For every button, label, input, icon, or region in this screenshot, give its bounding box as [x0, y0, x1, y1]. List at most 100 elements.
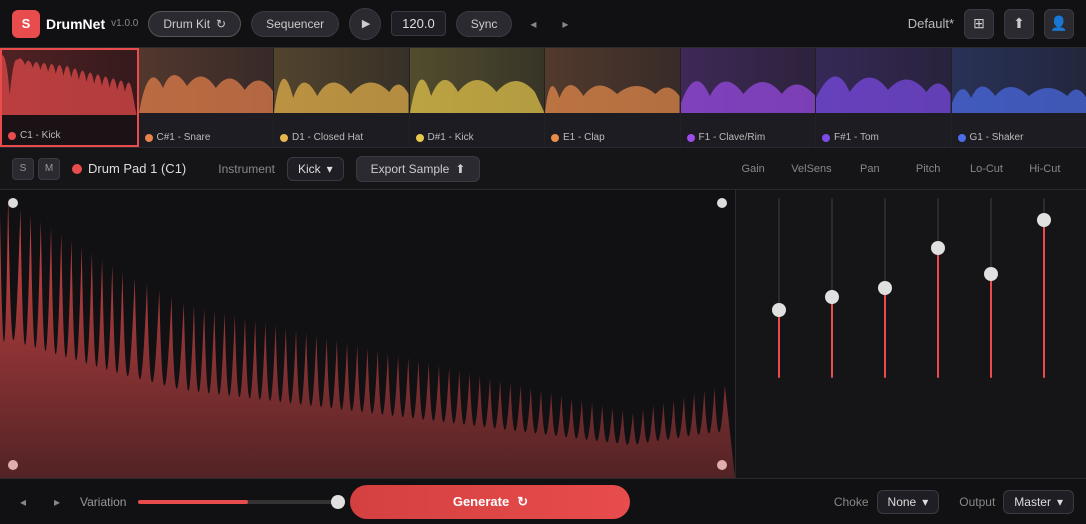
- locut-slider-track[interactable]: [990, 198, 992, 378]
- locut-slider-fill: [990, 274, 992, 378]
- current-pad-dot: [72, 164, 82, 174]
- pad-d1-text: D1 - Closed Hat: [292, 132, 363, 143]
- output-dropdown[interactable]: Master ▾: [1003, 490, 1074, 514]
- play-button[interactable]: ▶: [349, 8, 381, 40]
- pad-f1-label: F1 - Clave/Rim: [687, 132, 766, 143]
- pad-cs1-text: C#1 - Snare: [157, 132, 211, 143]
- save-icon-button[interactable]: ⊞: [964, 9, 994, 39]
- pad-f1-waveform: [681, 48, 816, 113]
- variation-thumb[interactable]: [331, 495, 345, 509]
- logo-letter: S: [22, 16, 31, 31]
- velsens-slider-col: [809, 198, 855, 440]
- pan-slider-col: [862, 198, 908, 440]
- solo-button[interactable]: S: [12, 158, 34, 180]
- prev-arrow-button[interactable]: ◂: [522, 13, 544, 35]
- instrument-label: Instrument: [218, 162, 275, 176]
- export-sample-button[interactable]: Export Sample ⬆: [356, 156, 481, 182]
- main-content: [0, 190, 1086, 478]
- prev-arrow-icon: ◂: [530, 17, 536, 31]
- pan-slider-fill: [884, 288, 886, 378]
- pad-g1-label: G1 - Shaker: [958, 132, 1024, 143]
- pad-ds1-text: D#1 - Kick: [428, 132, 474, 143]
- locut-slider-thumb[interactable]: [984, 267, 998, 281]
- variation-next-icon: ▸: [54, 495, 60, 509]
- app-name: DrumNet: [46, 16, 105, 32]
- pan-slider-thumb[interactable]: [878, 281, 892, 295]
- generate-button[interactable]: Generate ↻: [350, 485, 630, 519]
- gain-slider-track[interactable]: [778, 198, 780, 378]
- current-pad-label: Drum Pad 1 (C1): [88, 161, 186, 176]
- velsens-slider-track[interactable]: [831, 198, 833, 378]
- pad-cs1[interactable]: C#1 - Snare: [139, 48, 275, 147]
- pad-ds1-waveform: [410, 48, 545, 113]
- locut-slider-col: [968, 198, 1014, 440]
- hicut-slider-col: [1021, 198, 1067, 440]
- choke-value: None: [888, 495, 917, 509]
- instrument-bar: S M Drum Pad 1 (C1) Instrument Kick ▾ Ex…: [0, 148, 1086, 190]
- sliders-panel: [736, 190, 1086, 478]
- variation-label: Variation: [80, 495, 126, 509]
- pad-c1-waveform: [2, 50, 137, 115]
- velsens-slider-thumb[interactable]: [825, 290, 839, 304]
- pad-d1[interactable]: D1 - Closed Hat: [274, 48, 410, 147]
- variation-prev-button[interactable]: ◂: [12, 491, 34, 513]
- sync-button[interactable]: Sync: [456, 11, 513, 37]
- sequencer-label: Sequencer: [266, 17, 324, 31]
- export-icon-button[interactable]: ⬆: [1004, 9, 1034, 39]
- dropdown-arrow-icon: ▾: [327, 162, 333, 176]
- pad-c1-text: C1 - Kick: [20, 130, 61, 141]
- topbar-right: Default* ⊞ ⬆ 👤: [908, 9, 1074, 39]
- export-sample-label: Export Sample: [371, 162, 450, 176]
- sequencer-button[interactable]: Sequencer: [251, 11, 339, 37]
- choke-dropdown[interactable]: None ▾: [877, 490, 940, 514]
- variation-next-button[interactable]: ▸: [46, 491, 68, 513]
- generate-icon: ↻: [517, 494, 528, 510]
- bpm-display[interactable]: 120.0: [391, 11, 446, 36]
- hicut-slider-thumb[interactable]: [1037, 213, 1051, 227]
- preset-name: Default*: [908, 16, 954, 31]
- velsens-slider-fill: [831, 297, 833, 378]
- pad-ds1-label: D#1 - Kick: [416, 132, 474, 143]
- pad-cs1-waveform: [139, 48, 274, 113]
- logo-icon: S: [12, 10, 40, 38]
- s-m-buttons: S M: [12, 158, 60, 180]
- pad-c1[interactable]: C1 - Kick: [0, 48, 139, 147]
- next-arrow-button[interactable]: ▸: [554, 13, 576, 35]
- pad-g1-waveform: [952, 48, 1086, 113]
- gain-slider-thumb[interactable]: [772, 303, 786, 317]
- pad-g1[interactable]: G1 - Shaker: [952, 48, 1086, 147]
- hicut-slider-track[interactable]: [1043, 198, 1045, 378]
- mute-button[interactable]: M: [38, 158, 60, 180]
- pad-g1-text: G1 - Shaker: [970, 132, 1024, 143]
- current-pad-name: Drum Pad 1 (C1): [72, 161, 186, 176]
- main-waveform-svg: [0, 190, 735, 478]
- hicut-slider-fill: [1043, 220, 1045, 378]
- mute-label: M: [45, 163, 53, 174]
- pad-c1-label: C1 - Kick: [8, 130, 61, 141]
- variation-slider[interactable]: [138, 500, 338, 504]
- instrument-value: Kick: [298, 162, 321, 176]
- pad-f1[interactable]: F1 - Clave/Rim: [681, 48, 817, 147]
- user-icon-button[interactable]: 👤: [1044, 9, 1074, 39]
- pitch-slider-thumb[interactable]: [931, 241, 945, 255]
- pad-g1-dot: [958, 134, 966, 142]
- pad-fs1[interactable]: F#1 - Tom: [816, 48, 952, 147]
- next-arrow-icon: ▸: [562, 17, 568, 31]
- bpm-value: 120.0: [402, 16, 435, 31]
- topbar: S DrumNet v1.0.0 Drum Kit ↻ Sequencer ▶ …: [0, 0, 1086, 48]
- pad-ds1[interactable]: D#1 - Kick: [410, 48, 546, 147]
- pad-fs1-dot: [822, 134, 830, 142]
- export-icon: ⬆: [455, 162, 465, 176]
- locut-header: Lo-Cut: [963, 163, 1009, 175]
- pad-d1-label: D1 - Closed Hat: [280, 132, 363, 143]
- app-version: v1.0.0: [111, 18, 138, 29]
- pitch-slider-track[interactable]: [937, 198, 939, 378]
- pitch-header: Pitch: [905, 163, 951, 175]
- instrument-dropdown[interactable]: Kick ▾: [287, 157, 344, 181]
- pad-e1-label: E1 - Clap: [551, 132, 605, 143]
- pan-slider-track[interactable]: [884, 198, 886, 378]
- drum-kit-button[interactable]: Drum Kit ↻: [148, 11, 241, 37]
- user-icon: 👤: [1050, 15, 1067, 32]
- output-arrow-icon: ▾: [1057, 495, 1063, 509]
- pad-e1[interactable]: E1 - Clap: [545, 48, 681, 147]
